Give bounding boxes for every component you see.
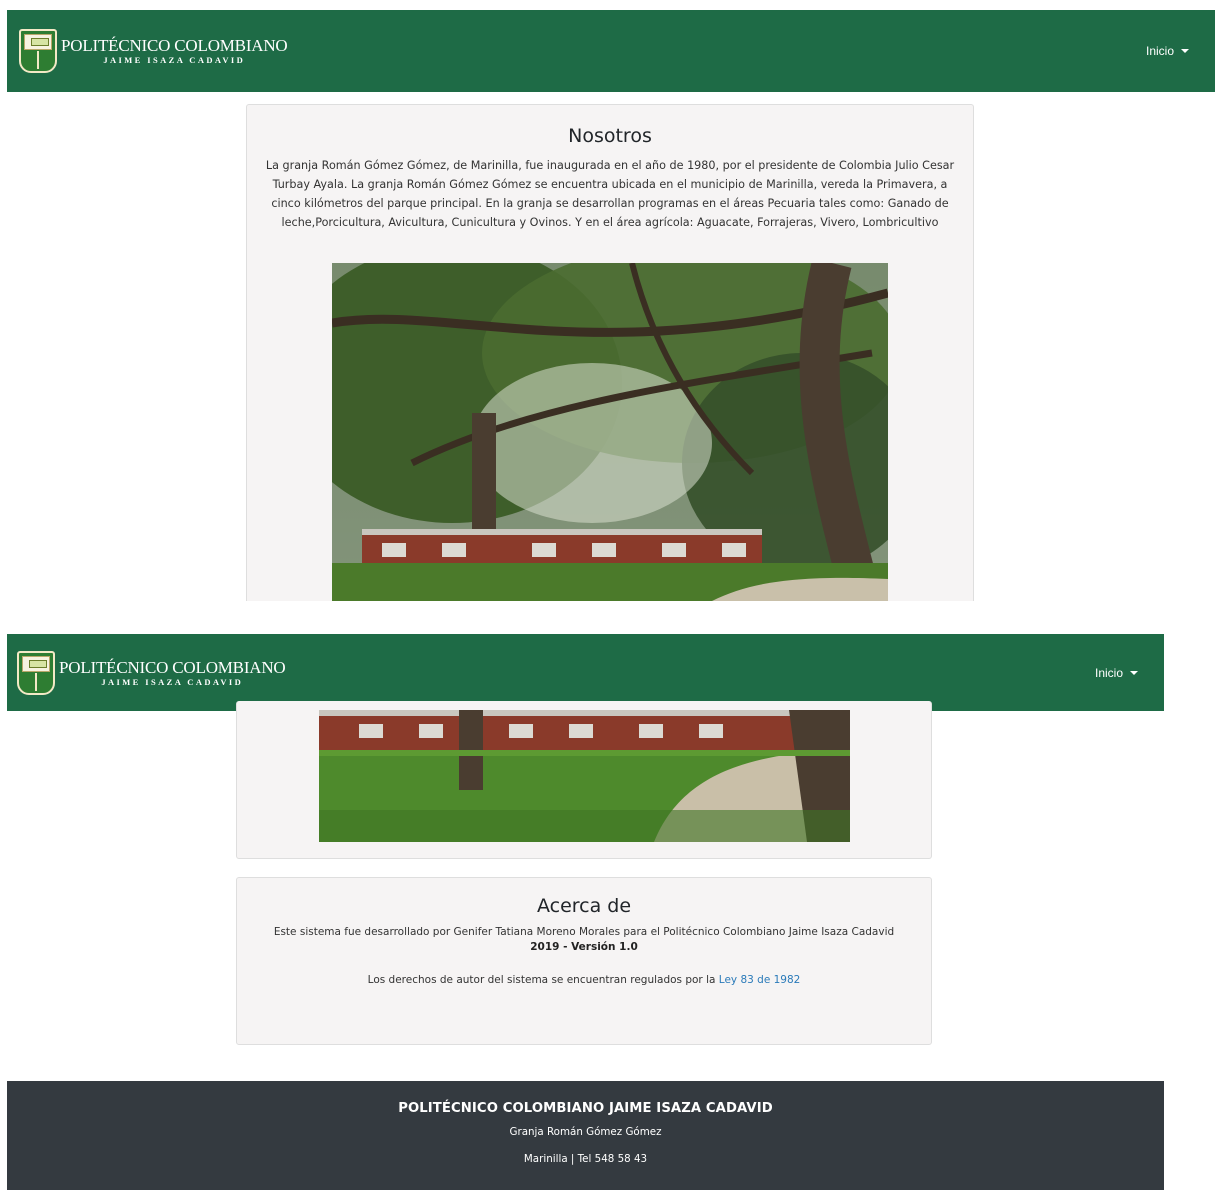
acerca-legal: Los derechos de autor del sistema se enc… (237, 974, 931, 986)
ley-link[interactable]: Ley 83 de 1982 (719, 974, 801, 986)
screenshot-top: POLITÉCNICO COLOMBIANO JAIME ISAZA CADAV… (0, 0, 1215, 601)
inicio-label: Inicio (1145, 44, 1174, 58)
acerca-text: Este sistema fue desarrollado por Genife… (273, 926, 895, 938)
top-navbar: POLITÉCNICO COLOMBIANO JAIME ISAZA CADAV… (7, 10, 1215, 92)
caret-down-icon (1130, 670, 1138, 675)
top-navbar-scrolled: POLITÉCNICO COLOMBIANO JAIME ISAZA CADAV… (7, 634, 1164, 711)
acerca-version: 2019 - Versión 1.0 (530, 941, 638, 953)
caret-down-icon (1181, 49, 1189, 53)
inicio-dropdown[interactable]: Inicio (1146, 44, 1189, 58)
legal-prefix: Los derechos de autor del sistema se enc… (367, 974, 719, 986)
acerca-card: Acerca de Este sistema fue desarrollado … (236, 877, 932, 1045)
brand-subtitle: JAIME ISAZA CADAVID (101, 676, 244, 687)
brand-title: POLITÉCNICO COLOMBIANO (61, 36, 288, 55)
footer-farm-name: Granja Román Gómez Gómez (509, 1126, 662, 1138)
nosotros-body: La granja Román Gómez Gómez, de Marinill… (265, 159, 955, 229)
brand-logo-link[interactable]: POLITÉCNICO COLOMBIANO JAIME ISAZA CADAV… (19, 10, 288, 92)
footer-contact: Marinilla | Tel 548 58 43 (523, 1153, 648, 1165)
inicio-dropdown-scrolled[interactable]: Inicio (1095, 666, 1138, 680)
nosotros-title: Nosotros (568, 125, 652, 147)
institution-shield-icon (17, 650, 55, 695)
inicio-label: Inicio (1094, 665, 1123, 680)
brand-subtitle: JAIME ISAZA CADAVID (103, 55, 246, 65)
institution-shield-icon (19, 29, 57, 73)
brand-text: POLITÉCNICO COLOMBIANO JAIME ISAZA CADAV… (59, 659, 286, 687)
brand-logo-link-scrolled[interactable]: POLITÉCNICO COLOMBIANO JAIME ISAZA CADAV… (17, 634, 286, 711)
brand-title: POLITÉCNICO COLOMBIANO (59, 657, 286, 677)
brand-text: POLITÉCNICO COLOMBIANO JAIME ISAZA CADAV… (61, 37, 288, 65)
farm-photo-continued (319, 710, 850, 842)
footer: POLITÉCNICO COLOMBIANO JAIME ISAZA CADAV… (7, 1081, 1164, 1190)
acerca-title: Acerca de (536, 895, 632, 917)
footer-title: POLITÉCNICO COLOMBIANO JAIME ISAZA CADAV… (398, 1101, 773, 1116)
farm-photo (332, 263, 888, 601)
